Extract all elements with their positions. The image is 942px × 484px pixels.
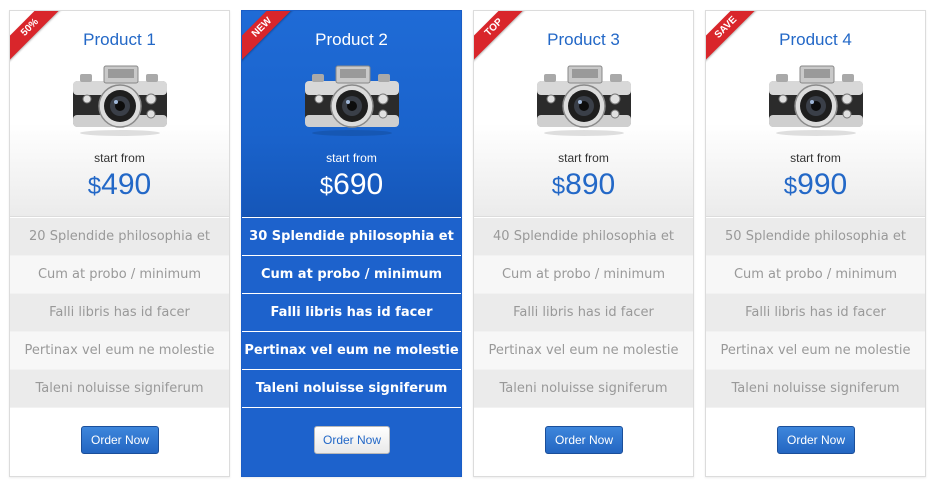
card-header: Product 2 start from $690 bbox=[242, 11, 461, 217]
pricing-card-product-4: Product 4 start from $990 SAVE 50 Splend… bbox=[705, 10, 926, 477]
pricing-card-product-2: Product 2 start from $690 NEW 30 Splendi… bbox=[241, 10, 462, 477]
price: $690 bbox=[242, 168, 461, 202]
card-footer: Order Now bbox=[10, 408, 229, 476]
card-footer: Order Now bbox=[474, 408, 693, 476]
feature-list: 20 Splendide philosophia et Cum at probo… bbox=[10, 218, 229, 408]
product-title: Product 4 bbox=[779, 30, 852, 49]
price-amount: 690 bbox=[333, 168, 384, 201]
camera-icon bbox=[70, 61, 170, 137]
card-footer: Order Now bbox=[706, 408, 925, 476]
card-header: Product 4 start from $990 bbox=[706, 11, 925, 217]
feature-item: Cum at probo / minimum bbox=[10, 256, 229, 294]
order-now-button[interactable]: Order Now bbox=[81, 426, 159, 454]
card-header: Product 3 start from $890 bbox=[474, 11, 693, 217]
order-now-button[interactable]: Order Now bbox=[314, 426, 390, 454]
feature-item: Pertinax vel eum ne molestie bbox=[10, 332, 229, 370]
feature-item: 30 Splendide philosophia et bbox=[242, 218, 461, 256]
feature-item: 20 Splendide philosophia et bbox=[10, 218, 229, 256]
feature-item: Pertinax vel eum ne molestie bbox=[706, 332, 925, 370]
feature-list: 30 Splendide philosophia et Cum at probo… bbox=[242, 218, 461, 408]
feature-item: Falli libris has id facer bbox=[242, 294, 461, 332]
pricing-card-product-3: Product 3 start from $890 TOP 40 Splendi… bbox=[473, 10, 694, 477]
price: $890 bbox=[474, 168, 693, 202]
feature-item: Taleni noluisse signiferum bbox=[706, 370, 925, 408]
feature-item: Cum at probo / minimum bbox=[242, 256, 461, 294]
start-from-label: start from bbox=[558, 151, 609, 165]
product-title: Product 2 bbox=[315, 30, 388, 49]
camera-icon bbox=[766, 61, 866, 137]
currency-symbol: $ bbox=[319, 173, 334, 200]
feature-list: 50 Splendide philosophia et Cum at probo… bbox=[706, 218, 925, 408]
camera-icon bbox=[302, 61, 402, 137]
pricing-table: Product 1 start from $490 50% 20 Splendi… bbox=[9, 10, 935, 477]
price-amount: 490 bbox=[101, 168, 152, 201]
currency-symbol: $ bbox=[783, 173, 798, 200]
order-now-button[interactable]: Order Now bbox=[545, 426, 623, 454]
pricing-card-product-1: Product 1 start from $490 50% 20 Splendi… bbox=[9, 10, 230, 477]
price-amount: 990 bbox=[797, 168, 848, 201]
start-from-label: start from bbox=[326, 151, 377, 165]
price-amount: 890 bbox=[565, 168, 616, 201]
currency-symbol: $ bbox=[87, 173, 102, 200]
feature-list: 40 Splendide philosophia et Cum at probo… bbox=[474, 218, 693, 408]
feature-item: Pertinax vel eum ne molestie bbox=[242, 332, 461, 370]
feature-item: Falli libris has id facer bbox=[474, 294, 693, 332]
card-footer: Order Now bbox=[242, 408, 461, 476]
product-title: Product 3 bbox=[547, 30, 620, 49]
start-from-label: start from bbox=[790, 151, 841, 165]
feature-item: Pertinax vel eum ne molestie bbox=[474, 332, 693, 370]
price: $990 bbox=[706, 168, 925, 202]
feature-item: Falli libris has id facer bbox=[706, 294, 925, 332]
camera-icon bbox=[534, 61, 634, 137]
feature-item: Cum at probo / minimum bbox=[706, 256, 925, 294]
feature-item: Taleni noluisse signiferum bbox=[242, 370, 461, 408]
product-title: Product 1 bbox=[83, 30, 156, 49]
order-now-button[interactable]: Order Now bbox=[777, 426, 855, 454]
card-header: Product 1 start from $490 bbox=[10, 11, 229, 217]
feature-item: Falli libris has id facer bbox=[10, 294, 229, 332]
feature-item: 50 Splendide philosophia et bbox=[706, 218, 925, 256]
feature-item: 40 Splendide philosophia et bbox=[474, 218, 693, 256]
start-from-label: start from bbox=[94, 151, 145, 165]
feature-item: Taleni noluisse signiferum bbox=[10, 370, 229, 408]
feature-item: Taleni noluisse signiferum bbox=[474, 370, 693, 408]
price: $490 bbox=[10, 168, 229, 202]
currency-symbol: $ bbox=[551, 173, 566, 200]
feature-item: Cum at probo / minimum bbox=[474, 256, 693, 294]
